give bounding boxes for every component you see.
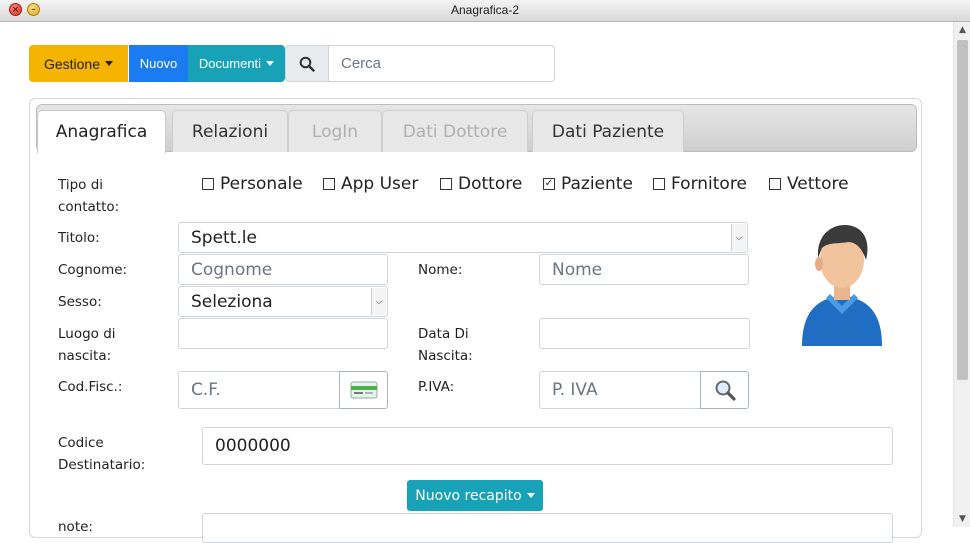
- chevron-down-icon: ⌵: [371, 288, 386, 315]
- luogo-nascita-label: Luogo di nascita:: [58, 326, 116, 364]
- titolo-label: Titolo:: [58, 230, 100, 246]
- checkbox-box[interactable]: [769, 178, 781, 190]
- gestione-dropdown-button[interactable]: Gestione: [29, 45, 128, 82]
- piva-search-button[interactable]: [700, 371, 749, 409]
- codfisc-label: Cod.Fisc.:: [58, 379, 123, 395]
- sesso-select[interactable]: Seleziona ⌵: [178, 286, 388, 317]
- search-button[interactable]: [285, 45, 329, 82]
- avatar-icon: [802, 225, 882, 346]
- note-label: note:: [58, 519, 93, 535]
- tessera-sanitaria-button[interactable]: [339, 371, 388, 409]
- nuovo-recapito-button[interactable]: Nuovo recapito: [407, 480, 543, 511]
- tab-label: Dati Paziente: [551, 121, 665, 142]
- tab-dati-paziente[interactable]: Dati Paziente: [532, 110, 684, 152]
- documenti-label: Documenti: [198, 56, 262, 71]
- tab-label: Dati Dottore: [402, 121, 508, 142]
- luogo-nascita-field[interactable]: [178, 318, 388, 349]
- chevron-down-icon: ⌵: [731, 224, 746, 251]
- checkbox-box[interactable]: [202, 178, 214, 190]
- sesso-value: Seleziona: [191, 291, 273, 312]
- checkbox-label: App User: [341, 174, 419, 194]
- tab-label: LogIn: [311, 121, 359, 142]
- cognome-field[interactable]: [178, 254, 388, 285]
- nuovo-label: Nuovo: [139, 56, 178, 71]
- tab-login: LogIn: [288, 110, 382, 152]
- data-nascita-field[interactable]: [539, 318, 750, 349]
- nuovo-recapito-label: Nuovo recapito: [415, 487, 522, 504]
- vertical-scrollbar[interactable]: ▲ ▼: [953, 22, 970, 527]
- checkbox-app-user[interactable]: App User: [323, 174, 418, 194]
- checkbox-box-checked[interactable]: ✓: [543, 178, 555, 190]
- tab-label: Relazioni: [191, 121, 269, 142]
- titolo-select[interactable]: Spett.le ⌵: [178, 222, 748, 253]
- checkbox-label: Vettore: [787, 174, 849, 194]
- piva-field[interactable]: [539, 371, 701, 409]
- sesso-label: Sesso:: [58, 294, 102, 310]
- gestione-label: Gestione: [43, 55, 101, 72]
- cognome-label: Cognome:: [58, 262, 128, 278]
- piva-label: P.IVA:: [418, 379, 455, 395]
- tipo-contatto-label: Tipo di contatto:: [58, 177, 120, 215]
- checkbox-label: Personale: [220, 174, 303, 194]
- checkbox-personale[interactable]: Personale: [202, 174, 303, 194]
- tab-label: Anagrafica: [55, 122, 148, 142]
- search-icon: [299, 56, 315, 72]
- checkbox-label: Paziente: [561, 174, 633, 194]
- scroll-up-arrow-icon[interactable]: ▲: [954, 22, 970, 38]
- id-card-icon: [350, 381, 377, 399]
- codice-destinatario-label: Codice Destinatario:: [58, 435, 146, 473]
- checkbox-box[interactable]: [653, 178, 665, 190]
- nome-label: Nome:: [418, 262, 463, 278]
- tab-dati-dottore: Dati Dottore: [382, 110, 528, 152]
- checkbox-label: Dottore: [458, 174, 523, 194]
- caret-down-icon: [105, 61, 114, 66]
- magnifier-icon: [715, 380, 736, 401]
- tab-relazioni[interactable]: Relazioni: [172, 110, 288, 152]
- codice-destinatario-field[interactable]: [202, 427, 893, 465]
- nuovo-button[interactable]: Nuovo: [129, 45, 188, 82]
- tab-anagrafica[interactable]: Anagrafica: [37, 110, 166, 153]
- documenti-dropdown-button[interactable]: Documenti: [188, 45, 285, 82]
- codfisc-field[interactable]: [178, 371, 340, 409]
- window-title: Anagrafica-2: [450, 3, 520, 17]
- search-input[interactable]: [328, 45, 555, 82]
- checkbox-box[interactable]: [323, 178, 335, 190]
- checkbox-label: Fornitore: [671, 174, 747, 194]
- caret-down-icon: [526, 493, 535, 498]
- checkbox-vettore[interactable]: Vettore: [769, 174, 849, 194]
- window-titlebar: × – Anagrafica-2: [0, 0, 970, 22]
- scroll-down-arrow-icon[interactable]: ▼: [954, 511, 970, 527]
- note-textarea[interactable]: [202, 513, 893, 543]
- checkbox-box[interactable]: [440, 178, 452, 190]
- nome-field[interactable]: [539, 254, 749, 285]
- caret-down-icon: [266, 61, 275, 66]
- scroll-thumb[interactable]: [957, 40, 968, 380]
- data-nascita-label: Data Di Nascita:: [418, 326, 473, 364]
- checkbox-paziente[interactable]: ✓ Paziente: [543, 174, 633, 194]
- checkbox-fornitore[interactable]: Fornitore: [653, 174, 747, 194]
- checkbox-dottore[interactable]: Dottore: [440, 174, 522, 194]
- titolo-value: Spett.le: [191, 227, 257, 248]
